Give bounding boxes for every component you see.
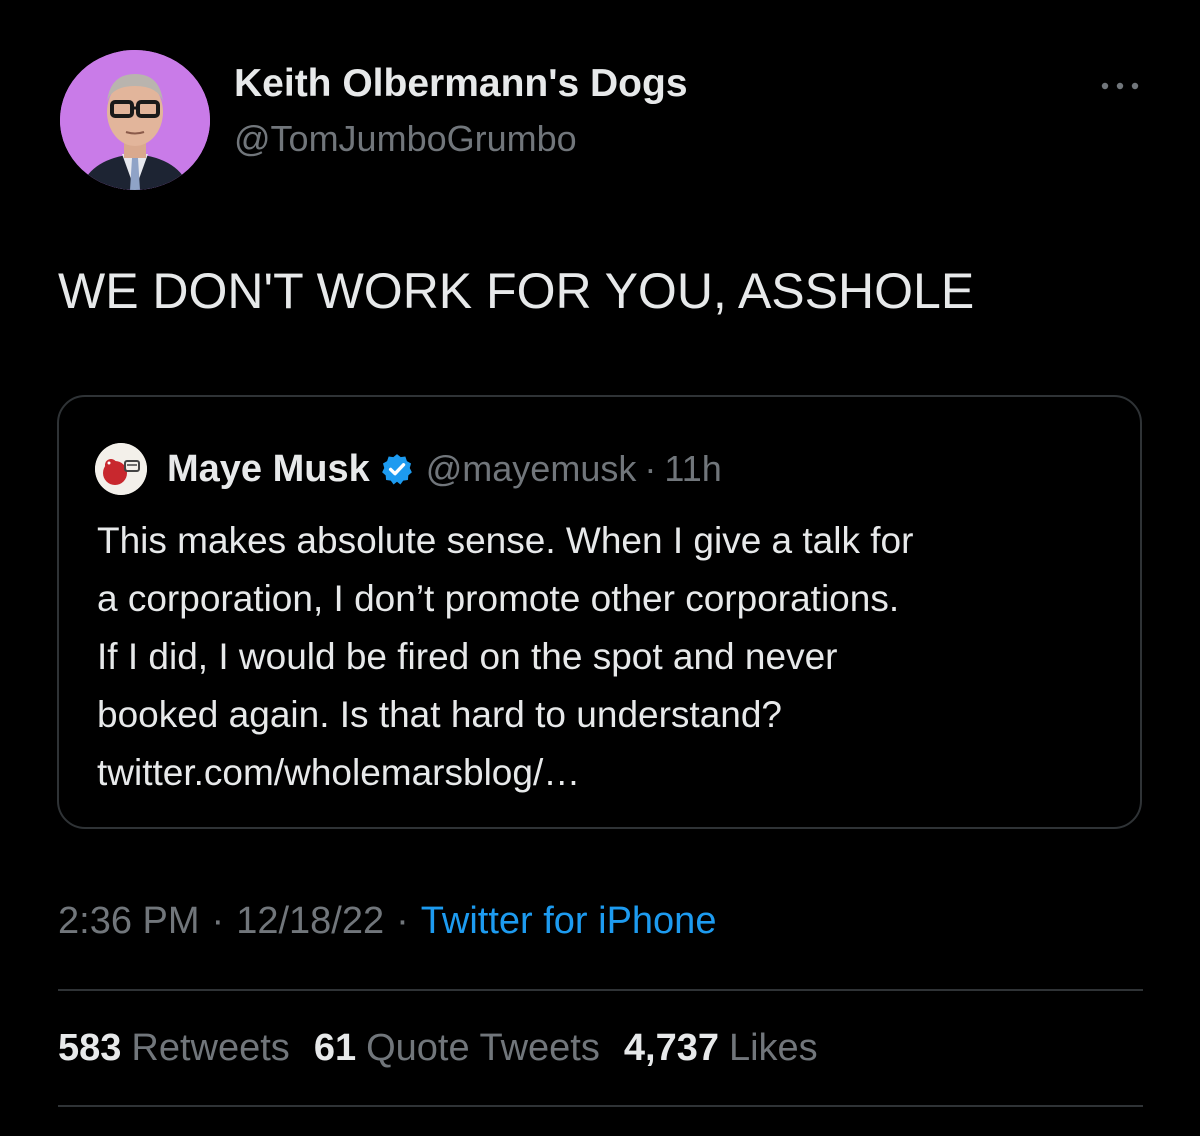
- retweets-label: Retweets: [131, 1027, 290, 1069]
- separator-dot: ·: [211, 900, 225, 942]
- tweet-date[interactable]: 12/18/22: [236, 900, 384, 943]
- cartoon-avatar-icon: [95, 443, 147, 495]
- quote-tweets-label: Quote Tweets: [366, 1027, 600, 1069]
- likes-count: 4,737: [623, 1027, 719, 1069]
- quoted-tweet-text: This makes absolute sense. When I give a…: [97, 512, 1127, 802]
- likes-label: Likes: [728, 1027, 818, 1069]
- likes-stat[interactable]: 4,737 Likes: [624, 1027, 818, 1070]
- quote-tweets-count: 61: [313, 1027, 357, 1069]
- tweet-meta: 2:36 PM · 12/18/22 · Twitter for iPhone: [58, 900, 716, 943]
- quoted-text-line: This makes absolute sense. When I give a…: [97, 520, 914, 561]
- more-options-icon[interactable]: [1098, 76, 1142, 96]
- retweets-count: 583: [58, 1027, 122, 1069]
- separator-dot: ·: [644, 448, 657, 489]
- tweet-stats: 583 Retweets 61 Quote Tweets 4,737 Likes: [58, 1027, 842, 1070]
- quoted-text-line: a corporation, I don’t promote other cor…: [97, 578, 900, 619]
- tweet-time[interactable]: 2:36 PM: [58, 900, 200, 943]
- author-handle[interactable]: @TomJumboGrumbo: [234, 118, 577, 160]
- tweet-source-link[interactable]: Twitter for iPhone: [421, 900, 717, 943]
- quoted-tweet-header: Maye Musk @mayemusk · 11h: [167, 443, 722, 495]
- author-display-name[interactable]: Keith Olbermann's Dogs: [234, 62, 688, 106]
- profile-photo-icon: [60, 50, 210, 190]
- quoted-author-avatar: [95, 443, 147, 495]
- tweet-text: WE DON'T WORK FOR YOU, ASSHOLE: [58, 263, 975, 319]
- quoted-author-handle[interactable]: @mayemusk: [426, 448, 637, 490]
- retweets-stat[interactable]: 583 Retweets: [58, 1027, 290, 1070]
- divider: [58, 1105, 1143, 1107]
- quoted-text-line: booked again. Is that hard to understand…: [97, 694, 783, 735]
- quoted-text-line: If I did, I would be fired on the spot a…: [97, 636, 838, 677]
- divider: [58, 989, 1143, 991]
- quote-tweets-stat[interactable]: 61 Quote Tweets: [314, 1027, 600, 1070]
- separator-dot: ·: [396, 900, 409, 942]
- verified-badge-icon: [380, 452, 414, 486]
- quoted-author-name[interactable]: Maye Musk: [167, 448, 370, 491]
- quoted-text-link[interactable]: twitter.com/wholemarsblog/…: [97, 744, 1127, 802]
- quoted-tweet-card[interactable]: Maye Musk @mayemusk · 11h This makes abs…: [57, 395, 1142, 829]
- tweet-detail: Keith Olbermann's Dogs @TomJumboGrumbo W…: [0, 0, 1200, 1136]
- quoted-tweet-time[interactable]: 11h: [664, 448, 721, 490]
- author-avatar[interactable]: [60, 50, 210, 190]
